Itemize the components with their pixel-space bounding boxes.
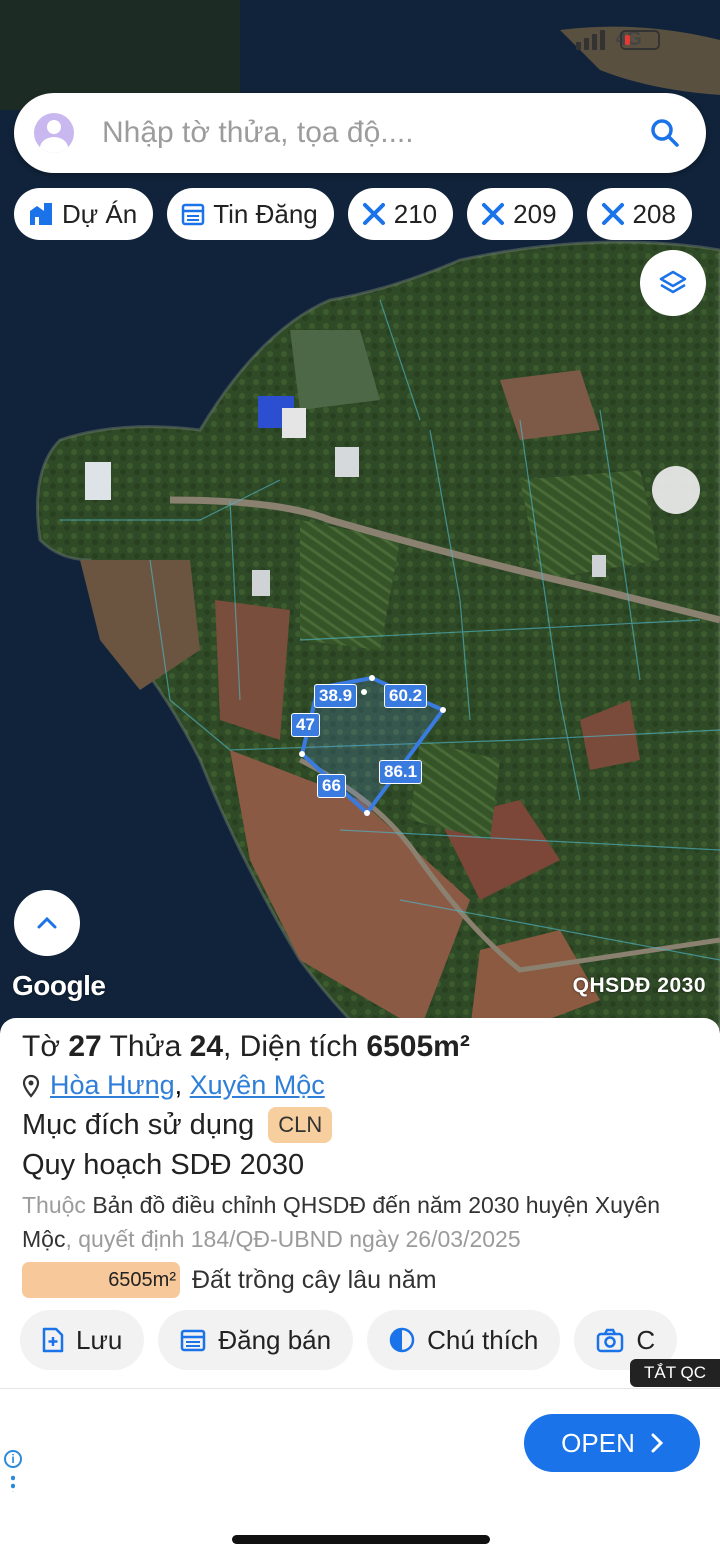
land-type-label: Đất trồng cây lâu năm [192, 1265, 437, 1294]
chip-208[interactable]: 208 [586, 188, 692, 240]
parcel-dimension-label: 60.2 [384, 684, 428, 708]
chip-label: 210 [393, 198, 438, 229]
add-file-icon [42, 1327, 64, 1353]
purpose-label: Mục đích sử dụng [22, 1108, 255, 1141]
calendar-icon [181, 1329, 206, 1352]
calendar-icon [181, 203, 205, 226]
plan-title: Quy hoạch SDĐ 2030 [22, 1149, 305, 1181]
desc-suffix: , quyết định 184/QĐ-UBND ngày 26/03/2025 [65, 1226, 521, 1252]
plan-description: Thuộc Bản đồ điều chỉnh QHSDĐ đến năm 20… [22, 1188, 698, 1256]
ad-open-button[interactable]: OPEN [524, 1414, 700, 1472]
map-handle[interactable] [652, 466, 700, 514]
parcel-dimension-label: 47 [291, 713, 320, 737]
filter-chips: Dự Án Tin Đăng 210 209 208 [14, 188, 692, 240]
layers-icon [659, 270, 687, 294]
chip-label: 208 [632, 198, 676, 229]
area-value: 6505m² [366, 1030, 470, 1063]
chip-210[interactable]: 210 [347, 188, 454, 240]
satellite-map[interactable]: 38.9 60.2 47 86.1 66 4G Dự Án [0, 0, 720, 1030]
area-badge: 6505m² [22, 1262, 180, 1298]
parcel-dimension-label: 66 [317, 774, 346, 798]
ward-link[interactable]: Hòa Hưng [50, 1070, 175, 1100]
contrast-icon [389, 1327, 415, 1353]
parcel-dimension-label: 38.9 [314, 684, 358, 708]
layers-button[interactable] [640, 250, 706, 316]
purpose-row: Mục đích sử dụng CLN [22, 1107, 698, 1143]
hide-ads-button[interactable]: TẮT QC [629, 1359, 720, 1387]
chevron-right-icon [651, 1433, 663, 1453]
thua-value: 24 [189, 1030, 224, 1063]
district-link[interactable]: Xuyên Mộc [190, 1070, 325, 1100]
home-indicator[interactable] [232, 1535, 490, 1544]
save-button[interactable]: Lưu [20, 1310, 145, 1370]
thua-label: Thửa [109, 1030, 182, 1063]
chip-du-an[interactable]: Dự Án [14, 188, 154, 240]
location-pin-icon [22, 1074, 40, 1098]
land-type-row: 6505m² Đất trồng cây lâu năm [22, 1262, 698, 1298]
camera-label: C [636, 1324, 656, 1355]
ruler-icon [482, 203, 505, 225]
save-label: Lưu [76, 1324, 123, 1355]
chip-label: Tin Đăng [213, 198, 318, 229]
action-bar: Lưu Đăng bán Chú thích C [20, 1310, 678, 1370]
parcel-title: Tờ 27 Thửa 24, Diện tích 6505m² [22, 1030, 698, 1064]
map-layer-tag: QHSDĐ 2030 [572, 974, 706, 997]
ad-info-icon[interactable]: i [4, 1450, 22, 1468]
chip-209[interactable]: 209 [467, 188, 573, 240]
post-sale-button[interactable]: Đăng bán [158, 1310, 354, 1370]
parcel-dimension-label: 86.1 [379, 760, 423, 784]
area-label: , Diện tích [223, 1030, 359, 1063]
ad-more-icon[interactable] [11, 1474, 15, 1492]
chip-label: Dự Án [62, 198, 138, 229]
location-row: Hòa Hưng, Xuyên Mộc [22, 1070, 698, 1101]
building-icon [30, 203, 52, 225]
search-input[interactable] [102, 116, 650, 150]
legend-button[interactable]: Chú thích [367, 1310, 561, 1370]
chip-tin-dang[interactable]: Tin Đăng [167, 188, 334, 240]
search-bar [14, 93, 706, 173]
avatar[interactable] [34, 113, 74, 153]
ruler-icon [362, 203, 385, 225]
expand-up-button[interactable] [14, 890, 80, 956]
search-icon[interactable] [650, 118, 680, 148]
ruler-icon [601, 203, 624, 225]
bottom-bar [0, 1500, 720, 1557]
purpose-code-badge: CLN [268, 1107, 333, 1143]
signal-icon [576, 29, 606, 50]
google-logo: Google [12, 970, 106, 1001]
legend-label: Chú thích [427, 1324, 539, 1355]
to-value: 27 [68, 1030, 102, 1063]
to-label: Tờ [22, 1030, 60, 1063]
post-sale-label: Đăng bán [218, 1324, 332, 1355]
ad-open-label: OPEN [561, 1427, 635, 1458]
desc-prefix: Thuộc [22, 1192, 86, 1218]
chevron-up-icon [37, 916, 57, 929]
battery-icon [620, 30, 660, 50]
chip-label: 209 [513, 198, 557, 229]
camera-icon [597, 1328, 624, 1353]
